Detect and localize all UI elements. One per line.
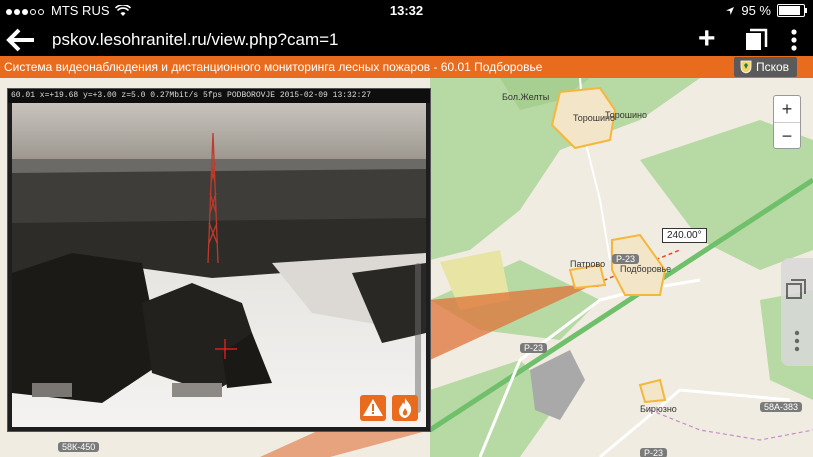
- map-label-bol-zheltsy: Бол.Желты: [502, 92, 550, 102]
- zoom-control: + −: [773, 95, 801, 149]
- more-options-icon[interactable]: [790, 28, 798, 52]
- system-banner: Система видеонаблюдения и дистанционного…: [0, 56, 813, 78]
- camera-video-window[interactable]: 60.01 x=+19.68 y=+3.00 z=5.0 0.27Mbit/s …: [7, 88, 431, 432]
- map-label-biryuzno: Бирюзно: [640, 404, 677, 414]
- back-arrow-icon[interactable]: [6, 28, 36, 52]
- battery-percent: 95 %: [741, 3, 771, 18]
- battery-icon: [777, 4, 807, 17]
- coat-of-arms-icon: [740, 60, 752, 74]
- camera-overlay-info: 60.01 x=+19.68 y=+3.00 z=5.0 0.27Mbit/s …: [8, 89, 430, 103]
- settlement-outline: [638, 378, 667, 404]
- fire-report-button[interactable]: [392, 395, 418, 421]
- new-tab-plus-icon[interactable]: +: [698, 24, 716, 54]
- layers-icon: [786, 279, 806, 299]
- region-label: Псков: [755, 60, 789, 74]
- road-shield-r23-3: Р-23: [640, 448, 668, 457]
- road-shield-58a383: 58А-383: [760, 402, 803, 412]
- region-selector[interactable]: Псков: [733, 57, 797, 77]
- side-panel-handle[interactable]: [781, 258, 813, 366]
- zoom-out-button[interactable]: −: [774, 123, 800, 149]
- banner-title: Система видеонаблюдения и дистанционного…: [4, 60, 543, 74]
- map-label-podborovye: Подборовье: [620, 264, 672, 274]
- tabs-icon[interactable]: [744, 28, 768, 52]
- alarm-warning-button[interactable]: [360, 395, 386, 421]
- road-shield-58k450: 58К-450: [58, 442, 100, 452]
- camera-video-frame[interactable]: [12, 103, 426, 427]
- location-arrow-icon: [726, 6, 735, 15]
- zoom-in-button[interactable]: +: [774, 96, 800, 123]
- status-bar: MTS RUS 13:32 95 %: [0, 0, 813, 22]
- url-field[interactable]: pskov.lesohranitel.ru/view.php?cam=1: [52, 30, 339, 50]
- more-vertical-icon: [794, 330, 800, 352]
- road-shield-r23-2: Р-23: [612, 254, 640, 264]
- map-label-toroshino-2: Торошино: [605, 110, 648, 120]
- clock: 13:32: [389, 3, 424, 18]
- browser-toolbar: pskov.lesohranitel.ru/view.php?cam=1 +: [0, 22, 813, 58]
- road-shield-r23: Р-23: [520, 343, 548, 353]
- fire-icon: [399, 398, 412, 418]
- camera-scene: [12, 103, 426, 427]
- warning-icon: [363, 399, 383, 416]
- map-label-patrovo: Патрово: [570, 259, 606, 269]
- azimuth-label: 240.00°: [662, 228, 707, 243]
